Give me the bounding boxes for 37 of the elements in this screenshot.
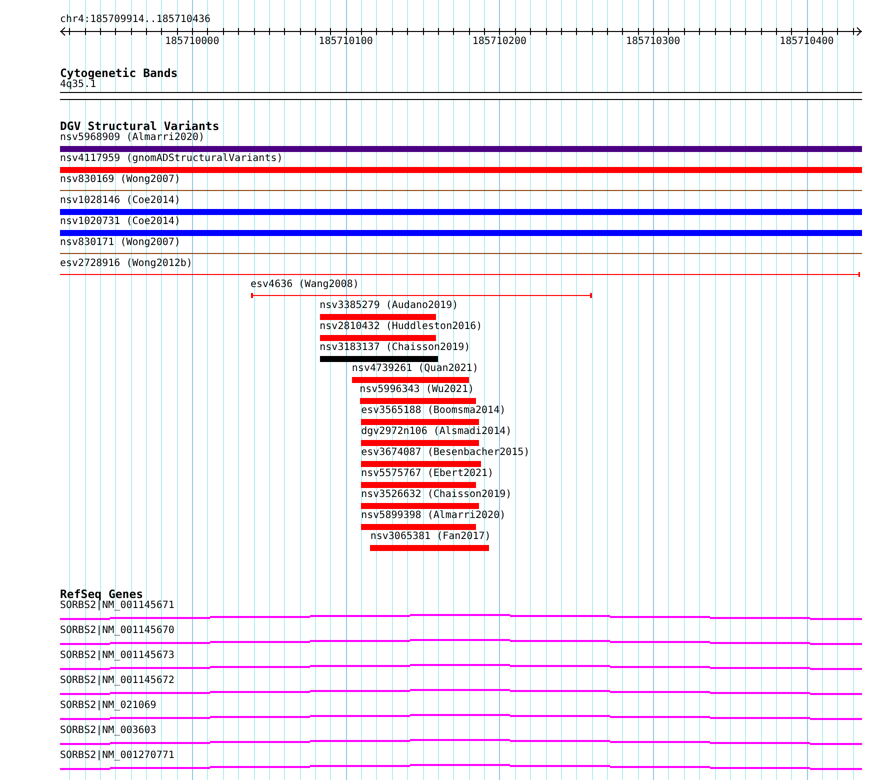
feature-label: esv3565188 (Boomsma2014)	[361, 405, 506, 417]
feature-label: nsv3065381 (Fan2017)	[370, 531, 491, 543]
track-title: Cytogenetic Bands	[60, 67, 178, 79]
feature-label: nsv3385279 (Audano2019)	[320, 300, 458, 312]
feature-label: nsv830171 (Wong2007)	[60, 237, 180, 249]
feature-label: nsv4117959 (gnomADStructuralVariants)	[60, 153, 283, 165]
feature-label: nsv5899398 (Almarri2020)	[361, 510, 506, 522]
gene-label: SORBS2|NM_001145672	[60, 675, 174, 687]
feature-label: nsv1020731 (Coe2014)	[60, 216, 180, 228]
tick-label: 185710100	[318, 36, 373, 48]
gene-label: SORBS2|NM_021069	[60, 700, 156, 712]
feature-label: nsv1028146 (Coe2014)	[60, 195, 180, 207]
tick-label: 185710000	[165, 36, 220, 48]
band-label: 4q35.1	[60, 79, 96, 91]
feature-label: nsv3183137 (Chaisson2019)	[320, 342, 470, 354]
tick-label: 185710400	[780, 36, 834, 48]
feature-label: nsv830169 (Wong2007)	[60, 174, 180, 186]
gene-label: SORBS2|NM_003603	[60, 725, 156, 737]
feature-label: esv3674087 (Besenbacher2015)	[361, 447, 530, 459]
gene-label: SORBS2|NM_001145671	[60, 600, 174, 612]
feature-label: nsv5575767 (Ebert2021)	[361, 468, 494, 480]
feature-label: dgv2972n106 (Alsmadi2014)	[361, 426, 512, 438]
gene-label: SORBS2|NM_001145673	[60, 650, 174, 662]
track-title: RefSeq Genes	[60, 588, 144, 600]
feature-label: nsv4739261 (Quan2021)	[352, 363, 478, 375]
gene-label: SORBS2|NM_001270771	[60, 750, 174, 762]
feature-label: nsv3526632 (Chaisson2019)	[361, 489, 512, 501]
gene-label: SORBS2|NM_001145670	[60, 625, 174, 637]
tick-label: 185710200	[472, 36, 526, 48]
feature-label: nsv5968909 (Almarri2020)	[60, 132, 204, 144]
feature-label: nsv2810432 (Huddleston2016)	[320, 321, 482, 333]
feature-label: esv2728916 (Wong2012b)	[60, 258, 192, 270]
track-title: DGV Structural Variants	[60, 120, 220, 132]
ruler-location: chr4:185709914..185710436	[60, 14, 211, 26]
tick-label: 185710300	[626, 36, 680, 48]
feature-label: esv4636 (Wang2008)	[250, 279, 359, 291]
feature-label: nsv5996343 (Wu2021)	[360, 384, 474, 396]
